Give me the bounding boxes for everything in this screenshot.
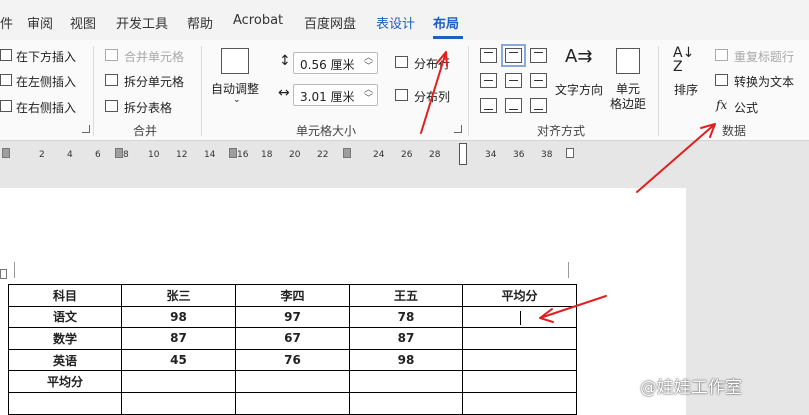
annotation-arrows xyxy=(420,51,716,323)
arrow-to-formula xyxy=(636,123,716,193)
arrow-to-active-cell xyxy=(539,295,607,323)
arrow-to-distribute-rows xyxy=(420,51,448,134)
